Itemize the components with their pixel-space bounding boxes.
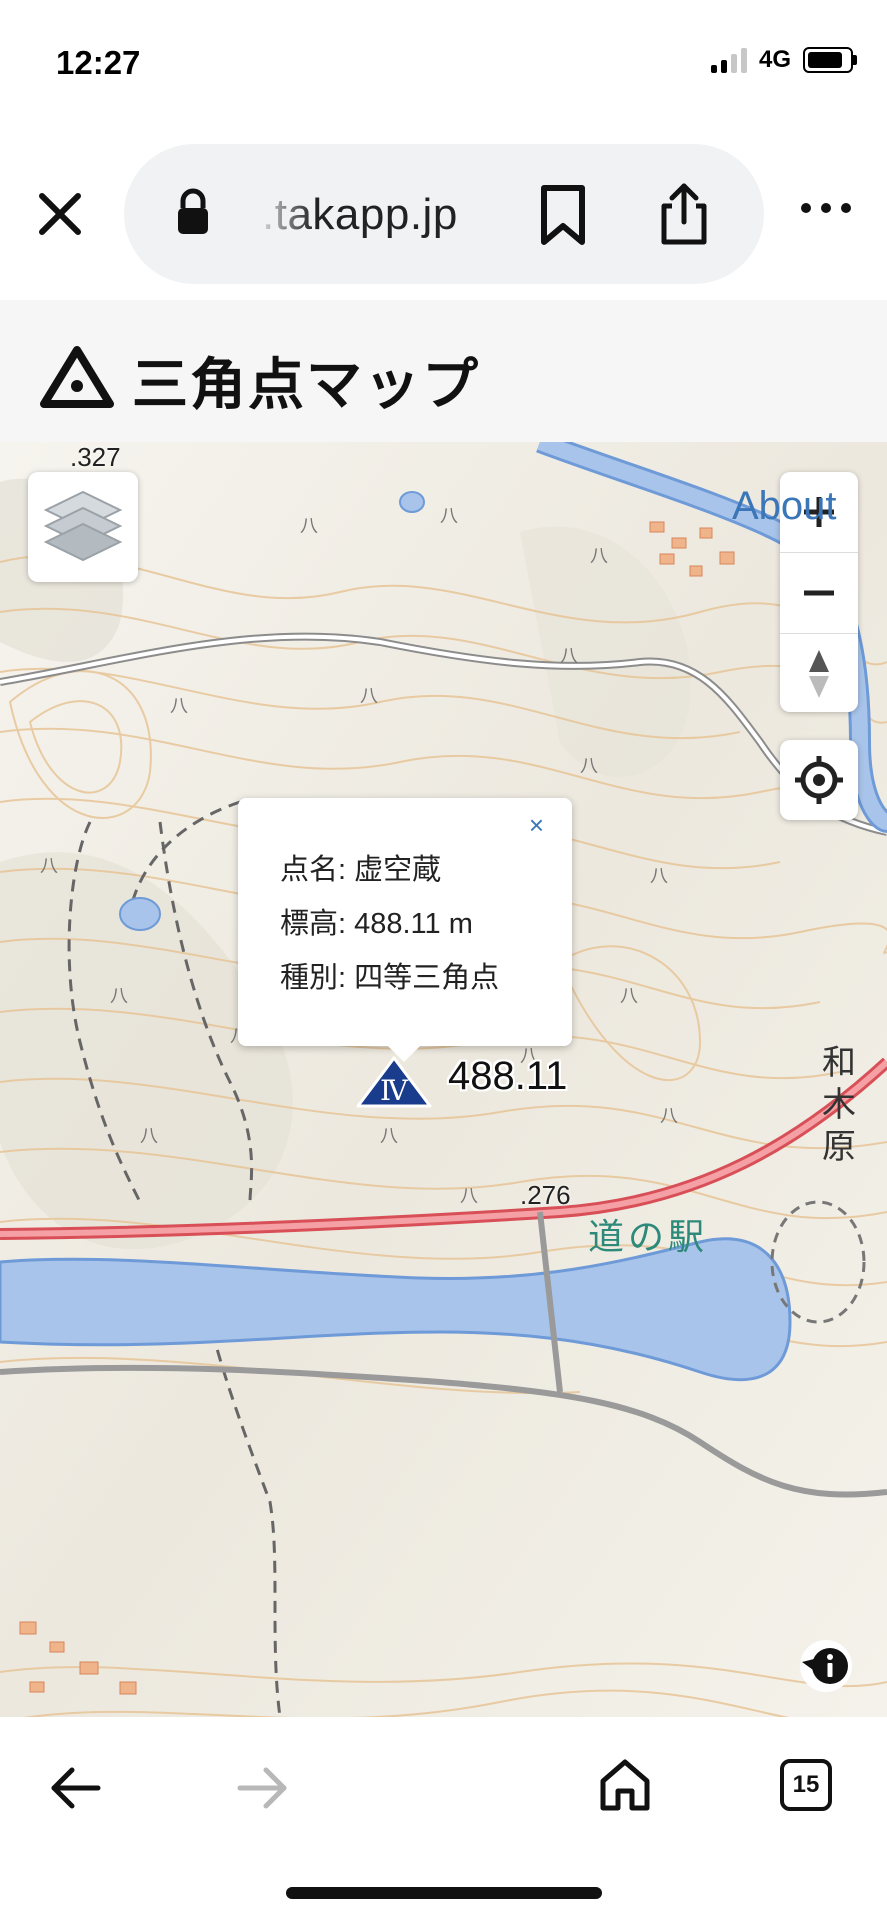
svg-text:八: 八 [360, 686, 378, 707]
marker-grade-numeral: Ⅳ [380, 1074, 409, 1107]
svg-text:八: 八 [590, 546, 608, 567]
svg-text:八: 八 [110, 986, 128, 1007]
svg-text:八: 八 [460, 1186, 478, 1207]
status-indicators: 4G [710, 46, 857, 74]
locate-button[interactable] [780, 740, 858, 820]
triangulation-point-popup: × 点名: 虚空蔵 標高: 488.11 m 種別: 四等三角点 [238, 798, 572, 1062]
marker-elevation-label: 488.11 [448, 1054, 568, 1098]
popup-type: 種別: 四等三角点 [280, 962, 500, 994]
triangulation-marker-icon[interactable]: Ⅳ [354, 1054, 434, 1110]
zoom-out-button[interactable] [780, 553, 858, 634]
signal-icon [710, 47, 747, 73]
svg-text:八: 八 [660, 1106, 678, 1127]
svg-text:八: 八 [140, 1126, 158, 1147]
more-icon[interactable] [800, 202, 852, 214]
page-title: 三角点マップ [132, 353, 480, 418]
elevation-label-276: .276 [520, 1180, 571, 1210]
svg-text:八: 八 [300, 516, 318, 537]
site-header: 三角点マップ [0, 300, 887, 442]
minus-icon [804, 590, 834, 596]
elevation-label-327: .327 [70, 442, 121, 472]
tabs-button[interactable]: 15 [780, 1759, 832, 1811]
popup-close-button[interactable]: × [529, 810, 544, 841]
bookmark-icon[interactable] [538, 184, 588, 246]
layers-icon [43, 490, 123, 562]
lock-icon [178, 188, 208, 234]
home-icon[interactable] [598, 1757, 652, 1813]
svg-text:八: 八 [580, 756, 598, 777]
status-time: 12:27 [56, 44, 141, 81]
michinoeki-label: 道の駅 [588, 1216, 709, 1257]
tab-count: 15 [792, 1771, 820, 1798]
popup-point-name: 点名: 虚空蔵 [280, 854, 442, 886]
layers-button[interactable] [28, 472, 138, 582]
popup-elevation: 標高: 488.11 m [280, 908, 473, 940]
compass-button[interactable] [780, 634, 858, 714]
wagihara-label: 和木原 [822, 1044, 856, 1166]
svg-text:八: 八 [650, 866, 668, 887]
back-arrow-icon[interactable] [48, 1765, 104, 1811]
triangle-dot-logo [40, 346, 114, 408]
svg-text:八: 八 [380, 1126, 398, 1147]
address-bar[interactable]: .takapp.jp [124, 144, 764, 284]
compass-icon [809, 650, 829, 698]
home-indicator [286, 1887, 602, 1899]
about-link[interactable]: About [732, 484, 837, 529]
svg-text:八: 八 [440, 506, 458, 527]
topographic-map: 八八八 八八八 八八八 八八八 八八八 八八八 [0, 442, 887, 1717]
svg-text:八: 八 [40, 856, 58, 877]
map-view[interactable]: 八八八 八八八 八八八 八八八 八八八 八八八 .327 .276 道の駅 和木… [0, 442, 887, 1717]
url-fade [254, 184, 314, 244]
share-icon[interactable] [658, 180, 710, 248]
browser-toolbar: .takapp.jp [0, 130, 887, 300]
battery-icon [803, 47, 857, 73]
svg-text:八: 八 [620, 986, 638, 1007]
status-bar: 12:27 4G [0, 0, 887, 130]
close-icon[interactable] [34, 188, 86, 240]
info-icon[interactable] [798, 1638, 854, 1694]
network-label: 4G [758, 46, 791, 73]
crosshair-icon [795, 756, 843, 804]
svg-text:八: 八 [170, 696, 188, 717]
forward-arrow-icon[interactable] [234, 1765, 290, 1811]
browser-bottom-bar: 15 [0, 1717, 887, 1920]
svg-text:八: 八 [560, 646, 578, 667]
